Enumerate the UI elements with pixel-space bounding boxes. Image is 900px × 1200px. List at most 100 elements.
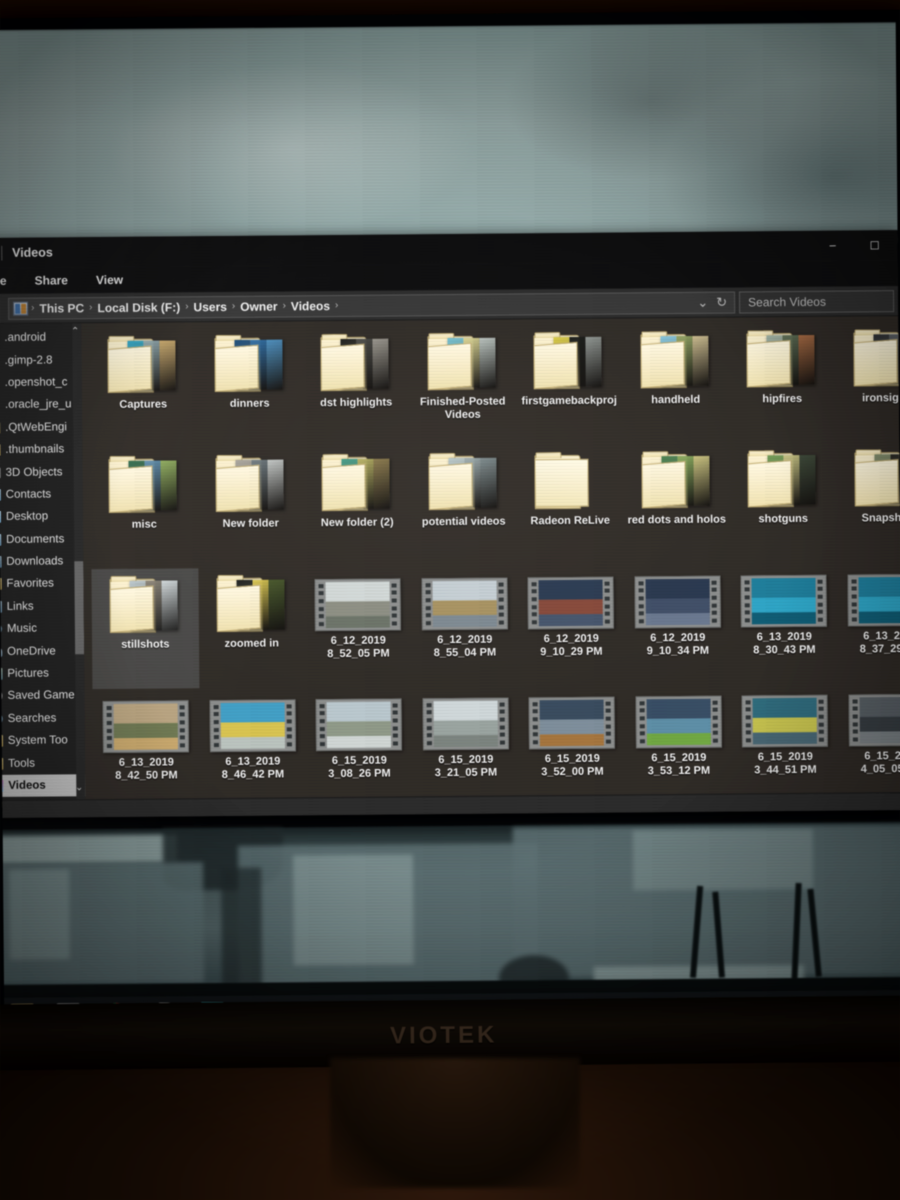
filmstrip-perforations bbox=[816, 576, 825, 626]
sidebar-item-onedrive[interactable]: OneDrive bbox=[0, 640, 84, 663]
breadcrumb-this-pc[interactable]: This PC bbox=[37, 301, 86, 315]
sidebar-item-android[interactable]: .android bbox=[0, 326, 81, 349]
file-item-folder[interactable]: firstgamebackproj bbox=[515, 324, 623, 445]
tab-view[interactable]: View bbox=[82, 270, 137, 293]
file-item-video[interactable]: 6_15_2019 3_44_51 PM bbox=[731, 683, 839, 804]
file-item-folder[interactable]: dst highlights bbox=[302, 326, 410, 447]
sidebar-item-searches[interactable]: Searches bbox=[0, 707, 85, 730]
tab-home[interactable]: ome bbox=[0, 271, 21, 294]
sidebar-item-thumbnails[interactable]: .thumbnails bbox=[0, 438, 82, 461]
scroll-down-icon[interactable]: ⌄ bbox=[75, 782, 83, 793]
tab-share[interactable]: Share bbox=[20, 270, 82, 294]
filmstrip-perforations bbox=[178, 701, 187, 751]
file-item-video[interactable]: 6_15_2019 3_08_26 PM bbox=[305, 686, 413, 807]
breadcrumb-videos[interactable]: Videos bbox=[289, 299, 332, 313]
onedrive-icon bbox=[0, 645, 3, 658]
file-item-folder[interactable]: handheld bbox=[622, 324, 730, 445]
filmstrip-perforations bbox=[849, 575, 858, 625]
filmstrip-perforations bbox=[530, 578, 539, 628]
file-item-folder[interactable]: shotguns bbox=[729, 443, 837, 564]
sidebar-item-music[interactable]: Music bbox=[0, 617, 84, 640]
file-item-folder[interactable]: Radeon ReLive bbox=[516, 444, 624, 565]
file-item-video[interactable]: 6_13_2019 8_37_29 PM bbox=[837, 562, 900, 683]
address-bar[interactable]: › This PC › Local Disk (F:) › Users › Ow… bbox=[8, 291, 736, 320]
file-item-folder[interactable]: red dots and holos bbox=[623, 444, 731, 565]
window-controls[interactable]: – ☐ bbox=[811, 230, 895, 261]
folder-front bbox=[640, 340, 685, 389]
file-item-video[interactable]: 6_13_2019 8_42_50 PM bbox=[92, 688, 200, 809]
file-grid[interactable]: Captures dinners dst highlights Finished-Po… bbox=[89, 322, 900, 809]
file-item-folder[interactable]: zoomed in bbox=[198, 567, 306, 688]
minimize-button[interactable]: – bbox=[811, 230, 853, 260]
file-item-folder[interactable]: Captures bbox=[89, 328, 197, 449]
file-item-video[interactable]: 6_12_2019 9_10_34 PM bbox=[624, 564, 732, 685]
file-item-label: 6_13_2019 8_46_42 PM bbox=[221, 755, 285, 781]
maximize-button[interactable]: ☐ bbox=[853, 230, 895, 260]
file-item-label: misc bbox=[131, 518, 157, 531]
breadcrumb-users[interactable]: Users bbox=[191, 299, 228, 313]
folder-front bbox=[109, 585, 155, 633]
file-item-video[interactable]: 6_12_2019 8_55_04 PM bbox=[411, 565, 519, 686]
folder-front bbox=[853, 339, 898, 387]
folder-icon bbox=[638, 330, 713, 391]
file-item-video[interactable]: 6_15_2019 3_52_00 PM bbox=[518, 684, 626, 805]
file-list-pane[interactable]: Captures dinners dst highlights Finished-Po… bbox=[81, 316, 900, 816]
sidebar-item-saved-game[interactable]: Saved Game bbox=[0, 684, 85, 707]
file-item-folder[interactable]: dinners bbox=[196, 327, 304, 448]
sidebar-item-tools[interactable]: Tools bbox=[0, 752, 85, 775]
sidebar-item-downloads[interactable]: Downloads bbox=[0, 550, 83, 573]
scroll-up-icon[interactable]: ⌃ bbox=[71, 326, 79, 337]
file-item-folder[interactable]: stillshots bbox=[91, 568, 199, 690]
file-item-video[interactable]: 6_15_2019 3_21_05 PM bbox=[412, 685, 520, 806]
sidebar-item-system-too[interactable]: System Too bbox=[0, 729, 85, 752]
sidebar-item-3d-objects[interactable]: 3D Objects bbox=[0, 461, 83, 484]
filmstrip-perforations bbox=[531, 698, 540, 748]
filmstrip-perforations bbox=[636, 577, 645, 627]
filmstrip-perforations bbox=[284, 700, 293, 750]
breadcrumb-owner[interactable]: Owner bbox=[238, 299, 279, 313]
file-item-folder[interactable]: hipfires bbox=[728, 323, 836, 444]
quick-access-toolbar[interactable]: ▼ │ bbox=[0, 246, 6, 260]
video-frame-preview bbox=[433, 700, 498, 748]
breadcrumb-local-disk[interactable]: Local Disk (F:) bbox=[95, 300, 182, 315]
file-item-video[interactable]: 6_12_2019 9_10_29 PM bbox=[517, 564, 625, 685]
folder-preview-image bbox=[373, 458, 391, 509]
file-item-folder[interactable]: potential videos bbox=[410, 445, 518, 566]
sidebar-item-contacts[interactable]: Contacts bbox=[0, 483, 83, 506]
sidebar-item-favorites[interactable]: Favorites bbox=[0, 572, 84, 595]
file-item-folder[interactable]: New folder bbox=[197, 447, 305, 568]
file-item-folder[interactable]: Finished-Posted Videos bbox=[409, 325, 517, 446]
sidebar-item-pictures[interactable]: Pictures bbox=[0, 662, 84, 685]
file-item-video[interactable]: 6_13_2019 8_46_42 PM bbox=[199, 687, 307, 808]
file-item-label: Finished-Posted Videos bbox=[419, 395, 506, 421]
filmstrip-perforations bbox=[497, 699, 506, 749]
refresh-icon[interactable]: ↻ bbox=[715, 294, 728, 310]
file-item-folder[interactable]: New folder (2) bbox=[303, 446, 411, 567]
sidebar-item-qtwebengi[interactable]: .QtWebEngi bbox=[0, 416, 82, 439]
file-item-folder[interactable]: Snapshots bbox=[836, 442, 900, 563]
sidebar-item-documents[interactable]: Documents bbox=[0, 528, 83, 551]
breadcrumb-separator: › bbox=[89, 302, 93, 314]
navigation-pane[interactable]: .android .gimp-2.8 .openshot_c .oracle_jre_… bbox=[0, 323, 86, 817]
file-item-video[interactable]: 6_15_2019 4_05_05 PM bbox=[838, 682, 900, 803]
folder-preview-image bbox=[159, 340, 177, 391]
file-item-video[interactable]: 6_13_2019 8_30_43 PM bbox=[730, 563, 838, 684]
filmstrip-perforations bbox=[317, 580, 326, 630]
file-item-folder[interactable]: ironsights bbox=[835, 322, 900, 443]
sidebar-item-openshot-c[interactable]: .openshot_c bbox=[0, 371, 82, 394]
sidebar-item-desktop[interactable]: Desktop bbox=[0, 505, 83, 528]
file-item-video[interactable]: 6_12_2019 8_52_05 PM bbox=[304, 566, 412, 687]
search-input[interactable]: Search Videos bbox=[739, 289, 895, 313]
sidebar-item-videos[interactable]: Videos bbox=[0, 774, 86, 798]
folder-front bbox=[108, 465, 154, 513]
sidebar-item-links[interactable]: Links bbox=[0, 595, 84, 618]
file-item-folder[interactable]: misc bbox=[90, 448, 198, 569]
file-explorer-window[interactable]: ▼ │ Videos – ☐ ome Share View ↑ bbox=[0, 230, 900, 819]
file-item-label: 6_15_2019 3_08_26 PM bbox=[328, 754, 391, 780]
file-item-video[interactable]: 6_15_2019 3_53_12 PM bbox=[625, 684, 733, 805]
up-button[interactable]: ↑ bbox=[0, 297, 4, 319]
folder-icon bbox=[108, 574, 183, 635]
address-dropdown-icon[interactable]: ⌄ bbox=[696, 294, 709, 310]
sidebar-item-gimp-2-8[interactable]: .gimp-2.8 bbox=[0, 349, 82, 372]
sidebar-item-oracle-jre-u[interactable]: .oracle_jre_u bbox=[0, 393, 82, 416]
